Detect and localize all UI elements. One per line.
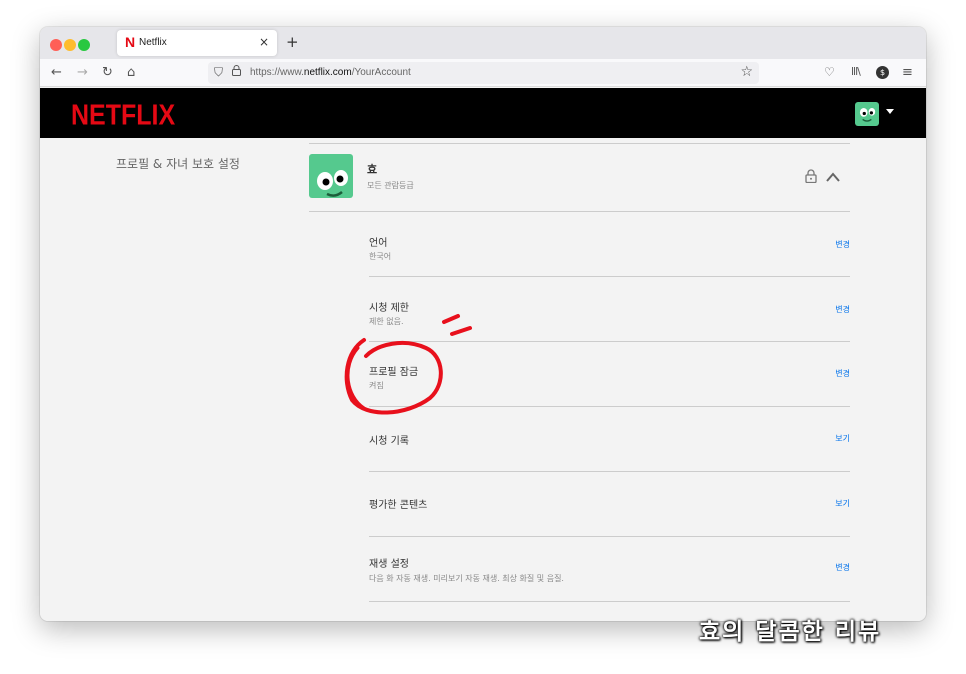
change-restrictions-link[interactable]: 변경 bbox=[835, 304, 850, 315]
address-bar[interactable]: ⛉ https://www.netflix.com/YourAccount ☆ bbox=[208, 62, 759, 84]
divider bbox=[309, 143, 850, 144]
profile-avatar-icon[interactable] bbox=[855, 102, 879, 126]
extension-icon[interactable]: $ bbox=[876, 66, 889, 79]
profile-name: 효 bbox=[367, 163, 378, 176]
close-window-button[interactable] bbox=[50, 39, 62, 51]
change-profile-lock-link[interactable]: 변경 bbox=[835, 368, 850, 379]
minimize-window-button[interactable] bbox=[64, 39, 76, 51]
url-text[interactable]: https://www.netflix.com/YourAccount bbox=[250, 67, 411, 78]
tab-netflix[interactable]: N Netflix × bbox=[117, 30, 277, 56]
change-playback-link[interactable]: 변경 bbox=[835, 562, 850, 573]
setting-title: 재생 설정 bbox=[369, 559, 409, 570]
profile-lock-icon bbox=[805, 168, 817, 187]
url-domain: netflix.com bbox=[303, 67, 352, 78]
navigation-toolbar: ← → ↻ ⌂ ⛉ https://www.netflix.com/YourAc… bbox=[40, 59, 926, 87]
url-path: /YourAccount bbox=[351, 67, 411, 78]
red-circle-annotation bbox=[344, 314, 472, 415]
change-language-link[interactable]: 변경 bbox=[835, 239, 850, 250]
view-ratings-link[interactable]: 보기 bbox=[835, 498, 850, 509]
tab-title: Netflix bbox=[139, 37, 167, 48]
tab-bar: N Netflix × + bbox=[40, 27, 926, 59]
watermark: 효의 달콤한 리뷰 bbox=[699, 619, 882, 645]
setting-row-language: 언어 한국어 변경 bbox=[369, 212, 850, 277]
url-prefix: https://www. bbox=[250, 67, 304, 78]
home-icon[interactable]: ⌂ bbox=[127, 65, 135, 80]
menu-icon[interactable]: ≡ bbox=[902, 65, 913, 80]
setting-row-playback: 재생 설정 다음 화 자동 재생. 미리보기 자동 재생. 최상 화질 및 음질… bbox=[369, 537, 850, 602]
setting-title: 평가한 콘텐츠 bbox=[369, 500, 428, 511]
setting-desc: 다음 화 자동 재생. 미리보기 자동 재생. 최상 화질 및 음질. bbox=[369, 574, 564, 583]
setting-title: 언어 bbox=[369, 238, 388, 249]
account-content: 프로필 & 자녀 보호 설정 효 모든 관람등급 언어 한국어 변경 시청 제한… bbox=[40, 138, 926, 621]
view-activity-link[interactable]: 보기 bbox=[835, 433, 850, 444]
setting-desc: 한국어 bbox=[369, 252, 392, 261]
bookmark-star-icon[interactable]: ☆ bbox=[740, 64, 753, 80]
netflix-favicon-icon: N bbox=[125, 34, 136, 50]
lock-icon[interactable] bbox=[232, 65, 241, 79]
section-label: 프로필 & 자녀 보호 설정 bbox=[116, 157, 240, 171]
setting-title: 시청 기록 bbox=[369, 436, 409, 447]
browser-window: N Netflix × + ← → ↻ ⌂ ⛉ https://www.netf… bbox=[40, 27, 926, 621]
back-icon[interactable]: ← bbox=[51, 65, 62, 80]
netflix-logo[interactable]: NETFLIX bbox=[71, 99, 175, 132]
tracking-shield-icon[interactable]: ⛉ bbox=[214, 65, 223, 80]
chevron-up-icon[interactable] bbox=[825, 168, 841, 187]
maximize-window-button[interactable] bbox=[78, 39, 90, 51]
profile-rating: 모든 관람등급 bbox=[367, 181, 414, 190]
pocket-icon[interactable]: ♡ bbox=[824, 65, 835, 79]
forward-icon[interactable]: → bbox=[77, 65, 88, 80]
netflix-header: NETFLIX bbox=[40, 88, 926, 138]
setting-row-ratings: 평가한 콘텐츠 보기 bbox=[369, 472, 850, 537]
profile-avatar-icon bbox=[309, 154, 353, 198]
tab-close-icon[interactable]: × bbox=[259, 35, 269, 49]
reload-icon[interactable]: ↻ bbox=[102, 65, 113, 80]
library-icon[interactable]: lll\ bbox=[851, 65, 861, 78]
new-tab-button[interactable]: + bbox=[286, 33, 299, 51]
profile-menu-caret-icon[interactable] bbox=[886, 109, 894, 114]
